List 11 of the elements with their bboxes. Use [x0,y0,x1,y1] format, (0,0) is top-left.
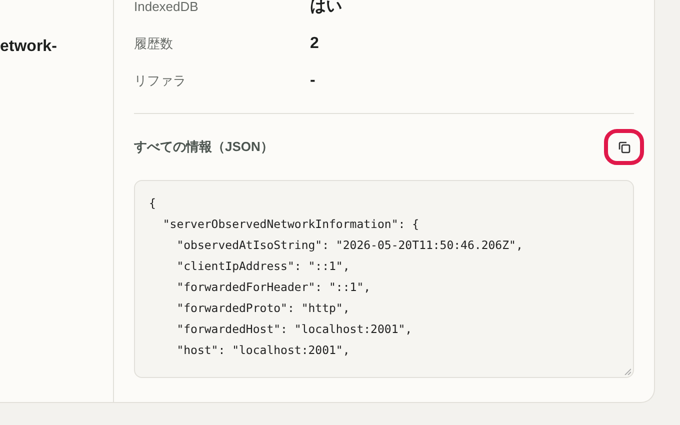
info-value: - [310,72,316,90]
copy-button[interactable] [604,129,644,165]
copy-icon [618,140,630,154]
info-label: リファラ [134,72,187,90]
section-heading: すべての情報（JSON） [134,138,274,156]
page-title-fragment: etwork- [0,38,58,56]
info-value: 2 [310,34,319,52]
info-label: 履歴数 [134,34,174,52]
json-textarea[interactable]: { "serverObservedNetworkInformation": { "observedAtIsoString": "2026-05-20T11:50:46.206Z", "clientIpAddress": "::1", "forwardedForHeader": "::1", "forwardedProto": "http", "forwardedHost": "localhost:2001", "host": "localhost:2001", [134,180,634,378]
info-label: IndexedDB [134,0,200,14]
resize-grip-icon [624,368,631,375]
